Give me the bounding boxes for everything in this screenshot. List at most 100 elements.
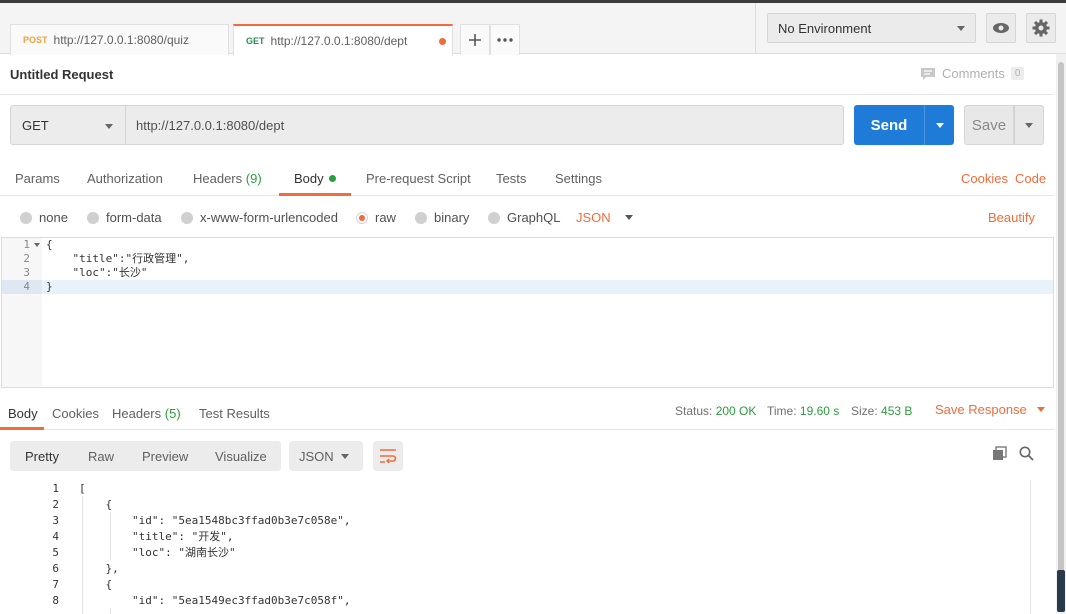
- response-time[interactable]: Time: 19.60 s: [767, 404, 839, 418]
- cookies-link[interactable]: Cookies: [961, 171, 1008, 186]
- raw-format-select[interactable]: JSON: [576, 210, 633, 225]
- code-text: "title":"行政管理",: [46, 252, 190, 265]
- save-response-label: Save Response: [935, 402, 1027, 417]
- line-number: 3: [52, 514, 59, 527]
- url-input-value: http://127.0.0.1:8080/dept: [136, 117, 285, 133]
- line-number: 1: [23, 238, 30, 251]
- tab-body[interactable]: Body: [294, 171, 336, 186]
- http-method-select[interactable]: GET: [10, 105, 126, 145]
- tab-headers[interactable]: Headers (9): [193, 171, 262, 186]
- time-label: Time:: [767, 404, 797, 418]
- code-text: {: [46, 238, 53, 251]
- response-status[interactable]: Status: 200 OK: [675, 404, 756, 418]
- save-button[interactable]: Save: [964, 105, 1014, 145]
- chevron-down-icon: [957, 26, 965, 31]
- response-tab-test-results[interactable]: Test Results: [199, 406, 270, 421]
- response-tab-headers-label: Headers: [112, 406, 162, 421]
- save-response-button[interactable]: Save Response: [935, 402, 1045, 417]
- environment-select[interactable]: No Environment: [767, 13, 976, 43]
- search-response-button[interactable]: [1019, 446, 1034, 464]
- response-scrollbar[interactable]: [1030, 480, 1044, 614]
- chevron-down-icon: [624, 215, 633, 220]
- request-tab-bar: POST http://127.0.0.1:8080/quiz GET http…: [0, 3, 755, 56]
- body-type-options: none form-data x-www-form-urlencoded raw…: [0, 206, 1054, 230]
- body-type-none[interactable]: none: [20, 210, 68, 225]
- manage-environments-button[interactable]: [1026, 13, 1056, 43]
- body-type-form-data[interactable]: form-data: [87, 210, 162, 225]
- active-dot-icon: [328, 175, 336, 182]
- code-line-current: 4 }: [2, 280, 1053, 294]
- response-tab-cookies[interactable]: Cookies: [52, 406, 99, 421]
- radio-label: binary: [434, 210, 470, 225]
- response-tab-body[interactable]: Body: [8, 406, 38, 421]
- line-number: 8: [52, 594, 59, 607]
- response-body-viewer[interactable]: 1 [ 2 { 3 "id": "5ea1548bc3ffad0b3e7c058e…: [1, 480, 1044, 614]
- tab-settings[interactable]: Settings: [555, 171, 602, 186]
- raw-format-value: JSON: [576, 210, 611, 225]
- environment-quick-look-button[interactable]: [986, 13, 1016, 43]
- wrap-lines-button[interactable]: [373, 441, 403, 471]
- copy-response-button[interactable]: [992, 446, 1007, 464]
- line-number: 1: [52, 482, 59, 495]
- scroll-overlay-handle[interactable]: [1057, 570, 1065, 612]
- time-value: 19.60 s: [799, 404, 840, 418]
- request-title[interactable]: Untitled Request: [10, 67, 113, 82]
- chevron-down-icon: [935, 122, 944, 128]
- request-tab-get-dept[interactable]: GET http://127.0.0.1:8080/dept: [233, 24, 453, 56]
- response-tab-headers-count: (5): [164, 406, 181, 421]
- body-type-binary[interactable]: binary: [415, 210, 469, 225]
- tab-params[interactable]: Params: [15, 171, 60, 186]
- save-options-button[interactable]: [1014, 105, 1044, 145]
- code-text: {: [79, 578, 113, 591]
- tab-options-button[interactable]: [490, 24, 520, 55]
- code-text: "id": "5ea1548bc3ffad0b3e7c058e",: [79, 514, 351, 527]
- environment-bar: No Environment: [755, 3, 1066, 54]
- code-text: "id": "5ea1549ec3ffad0b3e7c058f",: [79, 594, 351, 607]
- response-view-modes: Pretty Raw Preview Visualize: [10, 441, 281, 471]
- view-pretty-button[interactable]: Pretty: [25, 449, 59, 464]
- view-raw-button[interactable]: Raw: [88, 449, 114, 464]
- view-visualize-button[interactable]: Visualize: [215, 449, 267, 464]
- request-body-editor[interactable]: 1 { 2 "title":"行政管理", 3 "loc":"长沙" 4 }: [1, 237, 1054, 388]
- new-tab-button[interactable]: [460, 24, 490, 55]
- line-number: 3: [23, 266, 30, 279]
- size-label: Size:: [851, 404, 878, 418]
- main-scrollbar[interactable]: [1056, 54, 1066, 614]
- body-type-graphql[interactable]: GraphQL: [488, 210, 560, 225]
- radio-label: GraphQL: [507, 210, 561, 225]
- size-value: 453 B: [881, 404, 913, 418]
- tab-tests[interactable]: Tests: [496, 171, 526, 186]
- unsaved-dot-icon: [439, 38, 446, 45]
- tab-method-label: POST: [23, 35, 48, 45]
- tab-authorization[interactable]: Authorization: [87, 171, 163, 186]
- view-preview-button[interactable]: Preview: [142, 449, 188, 464]
- fold-caret-icon[interactable]: [34, 243, 40, 247]
- code-link[interactable]: Code: [1015, 171, 1046, 186]
- code-text: "loc":"长沙": [46, 266, 148, 279]
- body-type-urlencoded[interactable]: x-www-form-urlencoded: [181, 210, 338, 225]
- line-number: 5: [52, 546, 59, 559]
- response-size[interactable]: Size: 453 B: [851, 404, 912, 418]
- send-button[interactable]: Send: [854, 105, 924, 145]
- response-format-select[interactable]: JSON: [289, 441, 363, 471]
- response-tab-headers[interactable]: Headers (5): [112, 406, 181, 421]
- status-label: Status:: [675, 404, 713, 418]
- request-tab-post-quiz[interactable]: POST http://127.0.0.1:8080/quiz: [10, 24, 229, 55]
- radio-icon: [488, 211, 500, 224]
- scrollbar-thumb[interactable]: [1058, 62, 1064, 607]
- comments-button[interactable]: Comments 0: [920, 66, 1025, 81]
- tab-url-label: http://127.0.0.1:8080/quiz: [53, 33, 189, 47]
- comments-count-badge: 0: [1010, 67, 1025, 80]
- body-type-raw[interactable]: raw: [356, 210, 396, 225]
- active-tab-indicator: [279, 193, 351, 196]
- beautify-link[interactable]: Beautify: [988, 210, 1035, 225]
- comments-label: Comments: [942, 66, 1005, 81]
- tab-prerequest-script[interactable]: Pre-request Script: [366, 171, 471, 186]
- radio-label: x-www-form-urlencoded: [200, 210, 338, 225]
- code-line: 1 {: [2, 238, 1053, 252]
- send-options-button[interactable]: [924, 105, 954, 145]
- url-input[interactable]: http://127.0.0.1:8080/dept: [125, 105, 844, 145]
- code-text: }: [46, 280, 53, 293]
- request-tabs: Params Authorization Headers (9) Body Pr…: [0, 160, 1054, 196]
- line-number: 2: [23, 252, 30, 265]
